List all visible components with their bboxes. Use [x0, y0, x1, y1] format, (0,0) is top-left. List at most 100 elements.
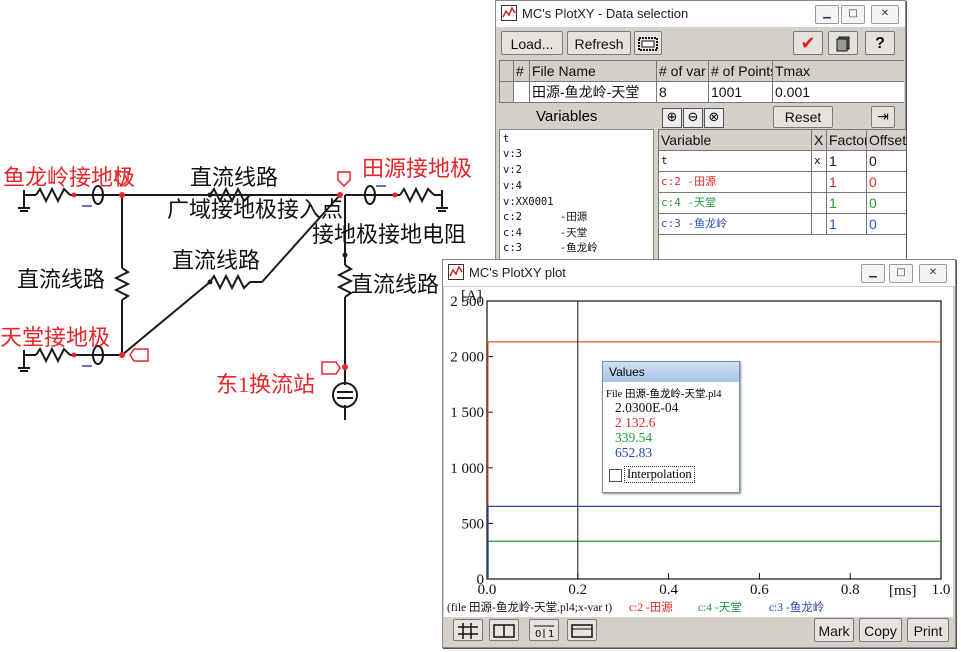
x-tick-label: 0.8	[841, 582, 860, 598]
list-item[interactable]: c:2 -田源	[503, 211, 587, 223]
legend-series-2: c:4 -天堂	[698, 602, 742, 614]
pages-icon[interactable]	[828, 31, 858, 55]
value-series-1: 2 132.6	[615, 415, 656, 430]
sel-row-factor[interactable]: 1	[827, 172, 867, 193]
sel-row-x[interactable]	[812, 193, 827, 214]
list-item[interactable]: c:4 -天堂	[503, 227, 587, 239]
sel-header-variable: Variable	[659, 130, 812, 151]
sel-row-offset[interactable]: 0	[867, 214, 906, 235]
col-header-tmax: Tmax	[773, 61, 904, 82]
sel-row-variable[interactable]: c:4 -天堂	[659, 193, 812, 214]
sel-row-factor[interactable]: 1	[827, 193, 867, 214]
legend-series-1: c:2 -田源	[629, 602, 673, 614]
values-popup[interactable]: Values File 田源-鱼龙岭-天堂.pl4 2.0300E-04 2 1…	[602, 361, 740, 493]
minimize-button[interactable]: ▁	[815, 5, 839, 24]
mark-button[interactable]: Mark	[814, 618, 854, 642]
sel-header-offset: Offset	[867, 130, 906, 151]
close-button[interactable]: ✕	[919, 264, 947, 283]
list-item[interactable]: t	[503, 133, 509, 145]
clear-variables-icon[interactable]: ⊗	[704, 108, 724, 128]
list-item[interactable]: v:3	[503, 148, 522, 160]
help-button[interactable]: ?	[865, 31, 895, 55]
remove-variable-icon[interactable]: ⊖	[683, 108, 703, 128]
plotxy-app-icon	[501, 5, 517, 21]
sel-row-factor[interactable]: 1	[827, 151, 867, 172]
close-button[interactable]: ✕	[871, 5, 899, 24]
variables-list[interactable]: t v:3 v:2 v:4 v:XX0001 c:2 -田源 c:4 -天堂 c…	[499, 129, 654, 265]
cursor-values-icon[interactable]: 01	[529, 619, 559, 641]
plot-window-title: MC's PlotXY plot	[469, 265, 566, 280]
legend-series-3: c:3 -鱼龙岭	[769, 602, 825, 614]
sel-row-x[interactable]	[812, 172, 827, 193]
file-row-num-points[interactable]: 1001	[709, 82, 773, 103]
y-tick-label: 1 000	[450, 461, 484, 477]
sel-row-variable[interactable]: t	[659, 151, 812, 172]
copy-button[interactable]: Copy	[859, 618, 902, 642]
scroll-window-icon[interactable]	[567, 619, 597, 641]
split-view-icon[interactable]	[489, 619, 519, 641]
variables-heading: Variables	[536, 108, 598, 125]
minimize-button[interactable]: ▁	[861, 264, 885, 283]
data-selection-window: MC's PlotXY - Data selection ▁ □ ✕ Load.…	[495, 0, 906, 265]
list-item[interactable]: v:4	[503, 180, 522, 192]
plot-window: MC's PlotXY plot ▁ □ ✕ 2 500 2 000 1 500 1 …	[442, 259, 956, 648]
dc-line-top-label: 直流线路	[190, 165, 279, 190]
x-tick-label: 0.6	[750, 582, 769, 598]
maximize-button[interactable]: □	[841, 5, 865, 24]
print-button[interactable]: Print	[907, 618, 949, 642]
y-tick-label: 500	[462, 516, 485, 532]
y-axis-unit: [A]	[461, 288, 482, 304]
col-header-num-vars: # of var	[657, 61, 709, 82]
file-row-name[interactable]: 田源-鱼龙岭-天堂	[530, 82, 657, 103]
ground-resistor-label: 接地极接地电阻	[312, 222, 467, 247]
value-series-3: 652.83	[615, 445, 653, 460]
sel-row-offset[interactable]: 0	[867, 172, 906, 193]
interpolation-checkbox[interactable]	[609, 469, 622, 482]
value-series-2: 339.54	[615, 430, 653, 445]
load-button[interactable]: Load...	[501, 31, 563, 55]
checkmark-icon[interactable]: ✔	[793, 31, 823, 55]
maximize-button[interactable]: □	[889, 264, 913, 283]
value-time: 2.0300E-04	[615, 400, 679, 415]
list-item[interactable]: v:2	[503, 164, 522, 176]
converter-station-label: 东1换流站	[216, 372, 316, 397]
reset-button[interactable]: Reset	[773, 106, 833, 128]
values-file: File 田源-鱼龙岭-天堂.pl4	[606, 389, 722, 400]
dc-line-mid-label: 直流线路	[172, 248, 261, 273]
sel-row-offset[interactable]: 0	[867, 193, 906, 214]
col-header-filename: File Name	[530, 61, 657, 82]
x-tick-label: 0.2	[568, 582, 587, 598]
wide-area-access-label: 广域接地极接入点	[167, 197, 344, 222]
data-window-titlebar[interactable]: MC's PlotXY - Data selection ▁ □ ✕	[496, 1, 905, 27]
sel-row-variable[interactable]: c:3 -鱼龙岭	[659, 214, 812, 235]
sel-row-x[interactable]: x	[812, 151, 827, 172]
file-table: # File Name # of var # of Points Tmax 田源…	[499, 60, 904, 103]
col-header-index: #	[514, 61, 530, 82]
file-row-index[interactable]	[514, 82, 530, 103]
interpolation-label[interactable]: Interpolation	[624, 466, 695, 483]
list-item[interactable]: v:XX0001	[503, 196, 554, 208]
x-axis-unit: [ms]	[889, 583, 917, 599]
tiantang-ground-label: 天堂接地极	[0, 325, 111, 350]
file-row-num-vars[interactable]: 8	[657, 82, 709, 103]
list-item[interactable]: c:3 -鱼龙岭	[503, 242, 598, 254]
selected-variables-table: Variable X Factor Offset t x 1 0 c:2 -田源…	[658, 129, 906, 264]
file-row-tmax[interactable]: 0.001	[773, 82, 904, 103]
fit-columns-icon[interactable]: ⇥	[871, 106, 895, 128]
sel-row-offset[interactable]: 0	[867, 151, 906, 172]
plot-window-titlebar[interactable]: MC's PlotXY plot ▁ □ ✕	[443, 260, 955, 286]
sel-row-x[interactable]	[812, 214, 827, 235]
y-tick-label: 1 500	[450, 405, 484, 421]
dc-line-left-label: 直流线路	[17, 267, 106, 292]
add-variable-icon[interactable]: ⊕	[662, 108, 682, 128]
tianyuan-ground-label: 田源接地极	[362, 156, 473, 181]
x-tick-label: 0.0	[478, 582, 497, 598]
svg-text:1: 1	[548, 629, 554, 639]
x-tick-label: 1.0	[932, 582, 951, 598]
grid-icon[interactable]	[453, 619, 483, 641]
film-icon[interactable]	[634, 31, 662, 55]
sel-row-variable[interactable]: c:2 -田源	[659, 172, 812, 193]
legend-file: (file 田源-鱼龙岭-天堂.pl4;x-var t)	[447, 602, 613, 614]
sel-row-factor[interactable]: 1	[827, 214, 867, 235]
refresh-button[interactable]: Refresh	[567, 31, 631, 55]
